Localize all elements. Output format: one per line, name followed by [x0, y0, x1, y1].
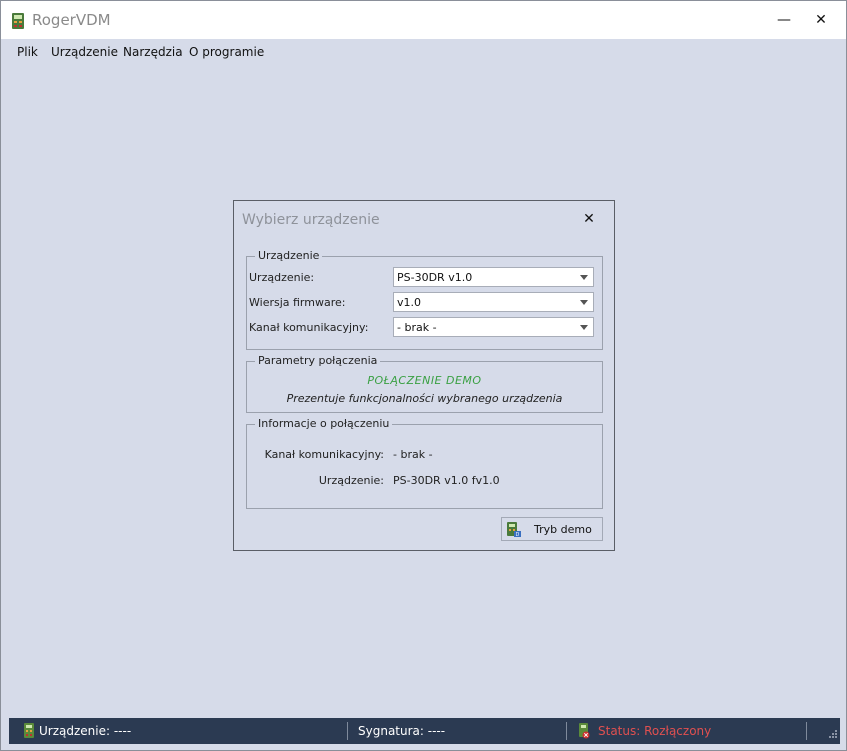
connection-params-group: Parametry połączenia POŁĄCZENIE DEMO Pre… [246, 354, 603, 413]
menu-item-plik[interactable]: Plik [17, 45, 38, 59]
connection-info-legend: Informacje o połączeniu [255, 417, 393, 430]
demo-mode-button-label: Tryb demo [534, 523, 592, 536]
firmware-select[interactable]: v1.0 [393, 292, 594, 312]
firmware-label: Wiersja firmware: [249, 296, 346, 309]
connection-params-legend: Parametry połączenia [255, 354, 381, 367]
device-select[interactable]: PS-30DR v1.0 [393, 267, 594, 287]
demo-mode-button[interactable]: D Tryb demo [501, 517, 603, 541]
chevron-down-icon [580, 300, 588, 305]
device-group-legend: Urządzenie [255, 249, 323, 262]
info-device-value: PS-30DR v1.0 fv1.0 [393, 474, 500, 487]
close-window-button[interactable]: ✕ [801, 5, 841, 35]
chevron-down-icon [580, 325, 588, 330]
menu-item-narzedzia[interactable]: Narzędzia [123, 45, 183, 59]
device-label: Urządzenie: [249, 271, 315, 284]
demo-connection-heading: POŁĄCZENIE DEMO [367, 374, 482, 387]
firmware-select-value: v1.0 [397, 296, 422, 309]
connection-info-group: Informacje o połączeniu Kanał komunikacy… [246, 417, 603, 509]
channel-label: Kanał komunikacyjny: [249, 321, 369, 334]
device-icon [24, 723, 34, 738]
menu-item-o-programie[interactable]: O programie [189, 45, 264, 59]
status-separator [806, 722, 807, 740]
minimize-button[interactable]: — [764, 5, 804, 35]
status-separator [347, 722, 348, 740]
main-window: RogerVDM — ✕ Plik Urządzenie Narzędzia O… [0, 0, 847, 751]
status-bar: Urządzenie: ---- Sygnatura: ---- Status:… [9, 718, 840, 744]
device-group: Urządzenie Urządzenie: PS-30DR v1.0 Wier… [246, 249, 603, 350]
dialog-close-button[interactable]: ✕ [580, 210, 598, 228]
app-logo-icon [12, 13, 24, 29]
chevron-down-icon [580, 275, 588, 280]
title-bar[interactable]: RogerVDM — ✕ [1, 1, 846, 39]
menu-item-urzadzenie[interactable]: Urządzenie [51, 45, 118, 59]
connection-status-text: Status: Rozłączony [598, 724, 712, 738]
info-channel-label: Kanał komunikacyjny: [264, 448, 384, 461]
svg-text:D: D [516, 532, 520, 538]
app-title: RogerVDM [32, 11, 111, 29]
disconnected-icon [579, 723, 590, 739]
dialog-title: Wybierz urządzenie [242, 212, 380, 228]
info-device-label: Urządzenie: [318, 474, 384, 487]
status-device-text: Urządzenie: ---- [39, 724, 132, 738]
demo-connection-description: Prezentuje funkcjonalności wybranego urz… [286, 392, 563, 405]
resize-grip-icon[interactable] [828, 722, 838, 740]
status-signature-text: Sygnatura: ---- [358, 724, 446, 738]
status-separator [566, 722, 567, 740]
device-select-value: PS-30DR v1.0 [397, 271, 473, 284]
menu-bar: Plik Urządzenie Narzędzia O programie [1, 39, 846, 65]
channel-select[interactable]: - brak - [393, 317, 594, 337]
select-device-dialog: Wybierz urządzenie ✕ Urządzenie Urządzen… [233, 200, 615, 551]
channel-select-value: - brak - [397, 321, 437, 334]
device-demo-icon: D [507, 522, 521, 538]
info-channel-value: - brak - [393, 448, 433, 461]
